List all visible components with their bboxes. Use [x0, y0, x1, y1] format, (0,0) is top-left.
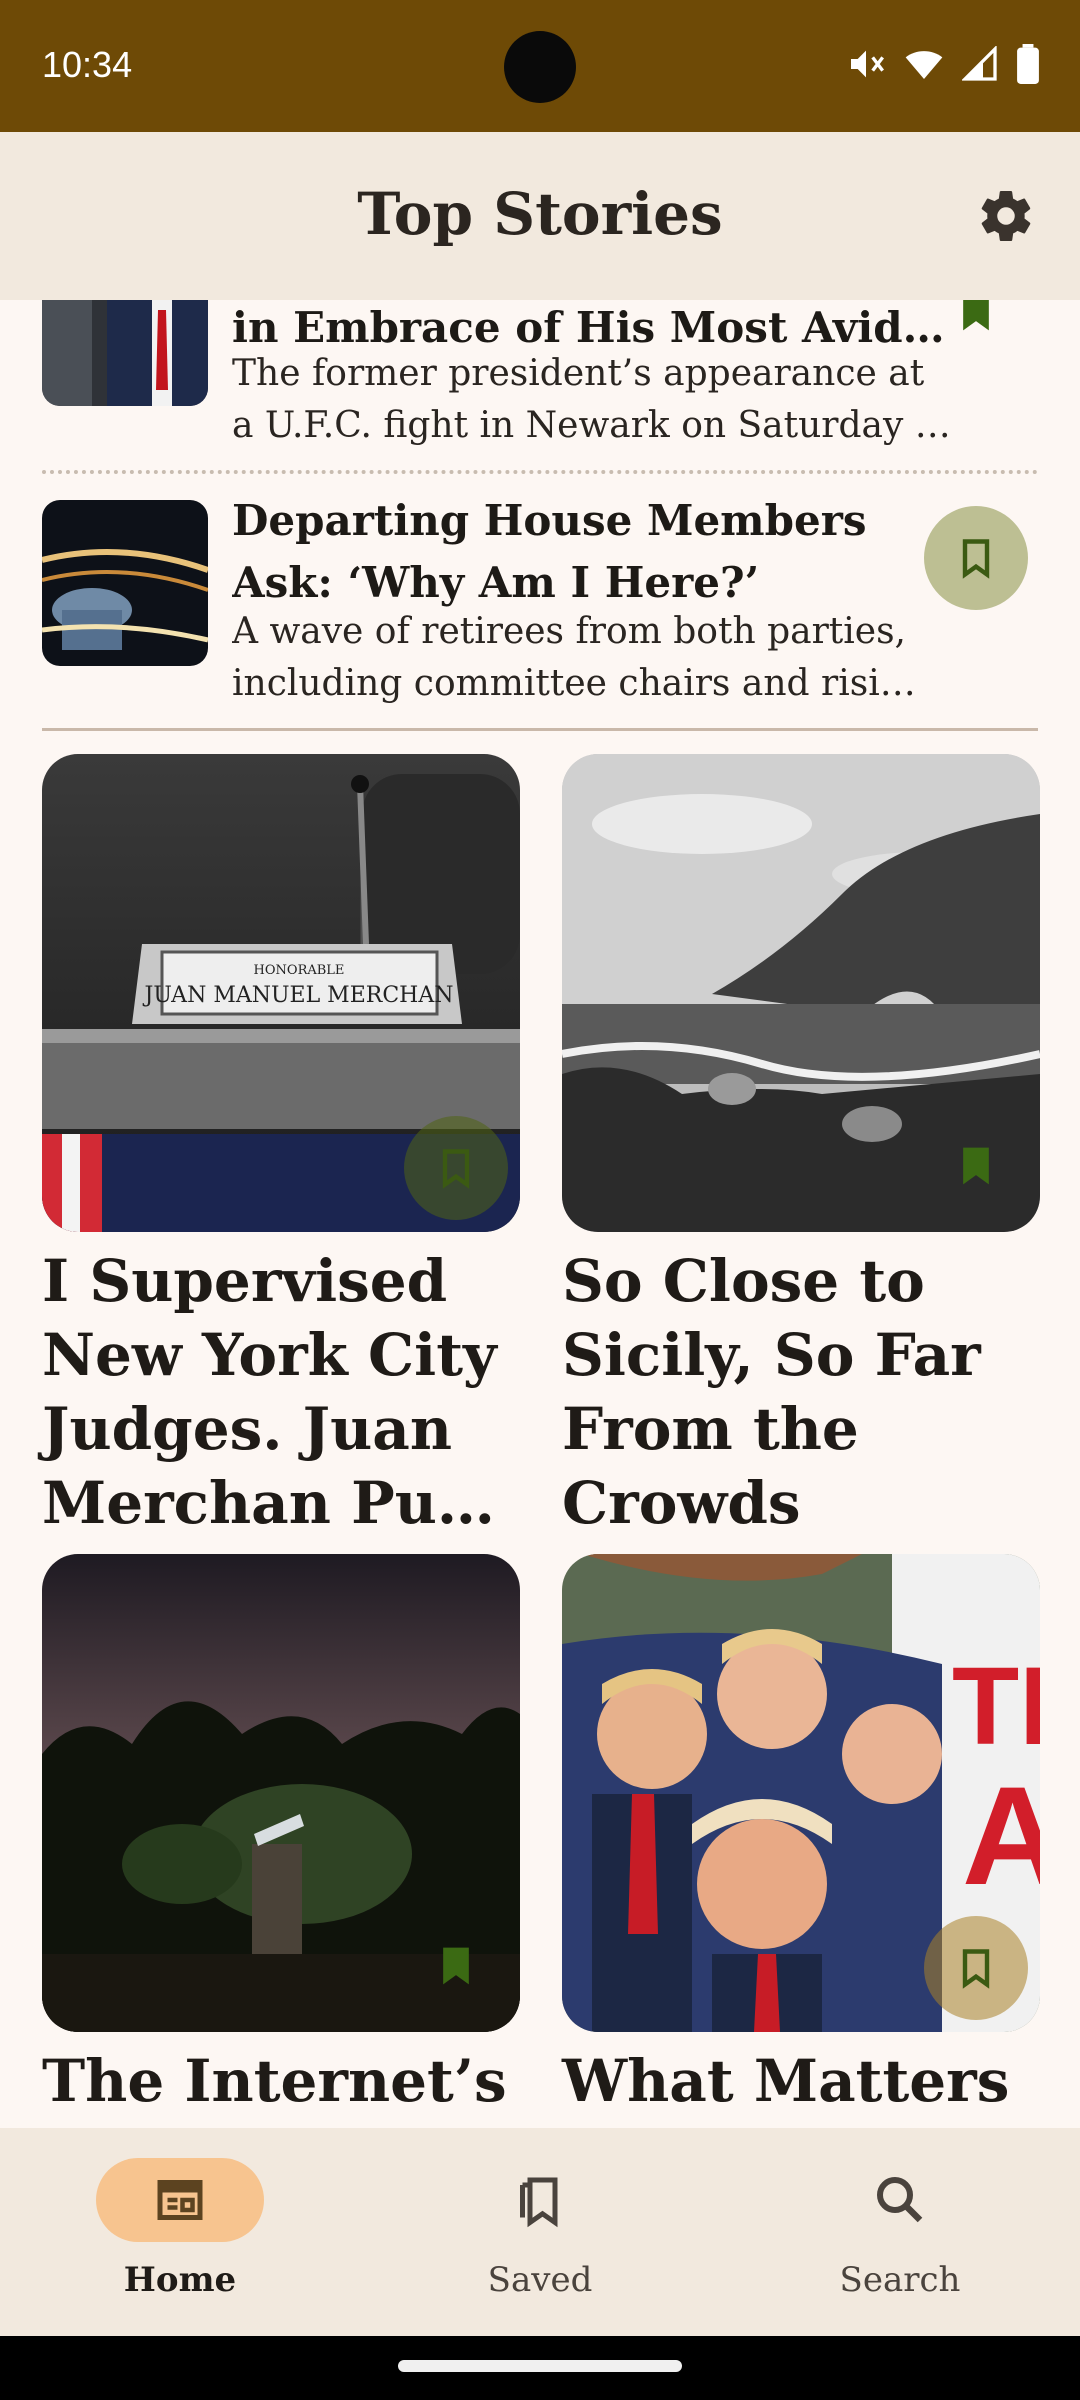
story-feed[interactable]: in Embrace of His Most Avid… The former …: [0, 300, 1080, 2128]
bookmark-button[interactable]: [404, 1116, 508, 1220]
nav-label-home: Home: [123, 2260, 237, 2300]
card-headline: So Close to Sicily, So Far From the Crow…: [562, 1247, 981, 1537]
signal-icon: [962, 46, 997, 81]
front-camera: [504, 31, 576, 103]
bookmark-button[interactable]: [924, 1916, 1028, 2020]
nav-item-home[interactable]: Home: [0, 2128, 360, 2336]
bookmark-filled-icon[interactable]: [954, 1144, 998, 1188]
nameplate-small-text: HONORABLE: [254, 963, 345, 978]
top-app-bar: Top Stories: [0, 132, 1080, 300]
nav-label-saved: Saved: [487, 2260, 593, 2300]
list-item[interactable]: Departing House Members Ask: ‘Why Am I H…: [42, 496, 1038, 704]
bookmark-outline-icon: [442, 1149, 470, 1189]
story-summary: A wave of retirees from both parties, in…: [232, 611, 916, 704]
section-divider: [42, 728, 1038, 731]
svg-text:TR: TR: [952, 1645, 1040, 1768]
gesture-bar: [0, 2336, 1080, 2400]
story-thumbnail: [42, 500, 208, 666]
story-thumbnail: [42, 300, 208, 406]
bookmark-filled-icon[interactable]: [434, 1944, 478, 1988]
bottom-navigation: Home Saved Search: [0, 2128, 1080, 2336]
card-headline: The Internet’s: [42, 2047, 507, 2115]
battery-icon: [1017, 44, 1039, 84]
nav-item-saved[interactable]: Saved: [360, 2128, 720, 2336]
gear-icon[interactable]: [976, 186, 1036, 246]
nav-label-search: Search: [839, 2260, 961, 2300]
bookmark-filled-icon[interactable]: [954, 300, 998, 334]
home-handle[interactable]: [398, 2360, 682, 2372]
page-title: Top Stories: [357, 180, 723, 248]
story-summary: The former president’s appearance at a U…: [232, 353, 951, 446]
wifi-icon: [905, 51, 943, 79]
nav-item-search[interactable]: Search: [720, 2128, 1080, 2336]
bookmark-outline-icon: [962, 539, 990, 579]
card-headline: I Supervised New York City Judges. Juan …: [42, 1247, 497, 1537]
status-time: 10:34: [42, 44, 133, 85]
card-headline: What Matters: [562, 2047, 1010, 2115]
svg-text:A: A: [962, 1757, 1040, 1914]
newspaper-icon: [157, 2180, 203, 2220]
search-icon: [877, 2177, 923, 2223]
bookmarks-icon: [520, 2177, 558, 2228]
status-bar: 10:34: [0, 0, 1080, 132]
list-item[interactable]: in Embrace of His Most Avid… The former …: [42, 300, 1038, 446]
mute-icon: [851, 50, 884, 78]
bookmark-outline-icon: [962, 1949, 990, 1989]
nameplate-text: JUAN MANUEL MERCHAN: [143, 983, 454, 1008]
list-separator: [42, 470, 1038, 474]
bookmark-button[interactable]: [924, 506, 1028, 610]
status-icons: [846, 44, 1040, 84]
story-headline: Departing House Members Ask: ‘Why Am I H…: [232, 496, 867, 607]
